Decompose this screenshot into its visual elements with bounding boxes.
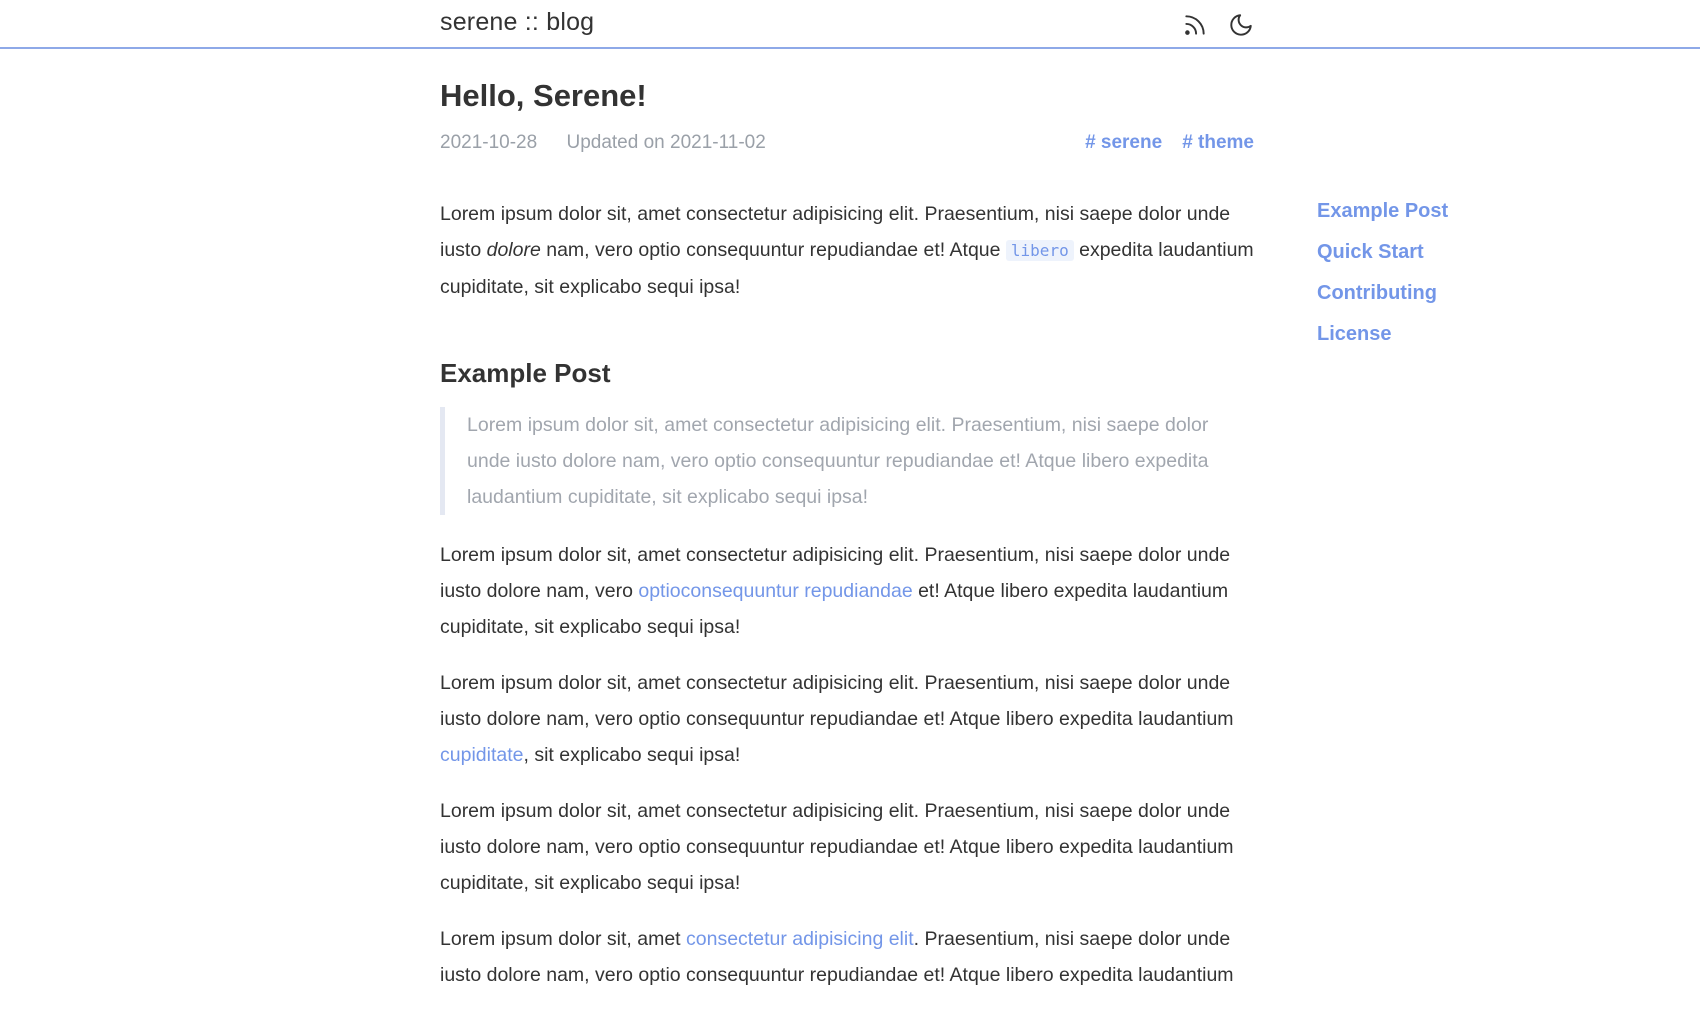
top-navbar: serene :: blog bbox=[0, 0, 1700, 49]
blog-brand-link[interactable]: serene :: blog bbox=[440, 8, 594, 37]
inline-link[interactable]: consectetur adipisicing elit bbox=[686, 928, 914, 950]
inline-code: libero bbox=[1005, 240, 1074, 261]
paragraph: Lorem ipsum dolor sit, amet consectetur … bbox=[440, 928, 1234, 986]
toc-item-quick-start[interactable]: Quick Start bbox=[1317, 238, 1448, 266]
toc-item-license[interactable]: License bbox=[1317, 320, 1448, 348]
tag-theme-link[interactable]: # theme bbox=[1182, 132, 1254, 154]
paragraph: Lorem ipsum dolor sit, amet consectetur … bbox=[440, 800, 1234, 894]
rss-feed-button[interactable] bbox=[1180, 10, 1210, 40]
post-content: Lorem ipsum dolor sit, amet consectetur … bbox=[440, 196, 1254, 1013]
blockquote: Lorem ipsum dolor sit, amet consectetur … bbox=[440, 407, 1254, 515]
table-of-contents: Example Post Quick Start Contributing Li… bbox=[1317, 197, 1448, 348]
section-heading-example-post: Example Post bbox=[440, 358, 611, 388]
inline-link[interactable]: optioconsequuntur repudiandae bbox=[638, 580, 912, 602]
toc-item-example-post[interactable]: Example Post bbox=[1317, 197, 1448, 225]
post-date: 2021-10-28 bbox=[440, 132, 538, 153]
emphasis-text: dolore bbox=[486, 239, 541, 261]
post-updated-date: Updated on 2021-11-02 bbox=[566, 132, 766, 153]
post-meta: 2021-10-28 Updated on 2021-11-02 bbox=[440, 132, 790, 154]
post-title: Hello, Serene! bbox=[440, 78, 647, 113]
paragraph: Lorem ipsum dolor sit, amet consectetur … bbox=[440, 544, 1231, 638]
toc-item-contributing[interactable]: Contributing bbox=[1317, 279, 1448, 307]
post-tags: # serene # theme bbox=[1085, 132, 1254, 154]
tag-serene-link[interactable]: # serene bbox=[1085, 132, 1162, 154]
paragraph: Lorem ipsum dolor sit, amet consectetur … bbox=[440, 672, 1234, 766]
inline-link[interactable]: cupiditate bbox=[440, 744, 523, 766]
dark-mode-toggle[interactable] bbox=[1226, 10, 1256, 40]
rss-icon bbox=[1185, 15, 1205, 35]
paragraph: Lorem ipsum dolor sit, amet consectetur … bbox=[440, 203, 1254, 298]
moon-icon bbox=[1230, 14, 1252, 36]
nav-icons bbox=[1180, 10, 1256, 40]
